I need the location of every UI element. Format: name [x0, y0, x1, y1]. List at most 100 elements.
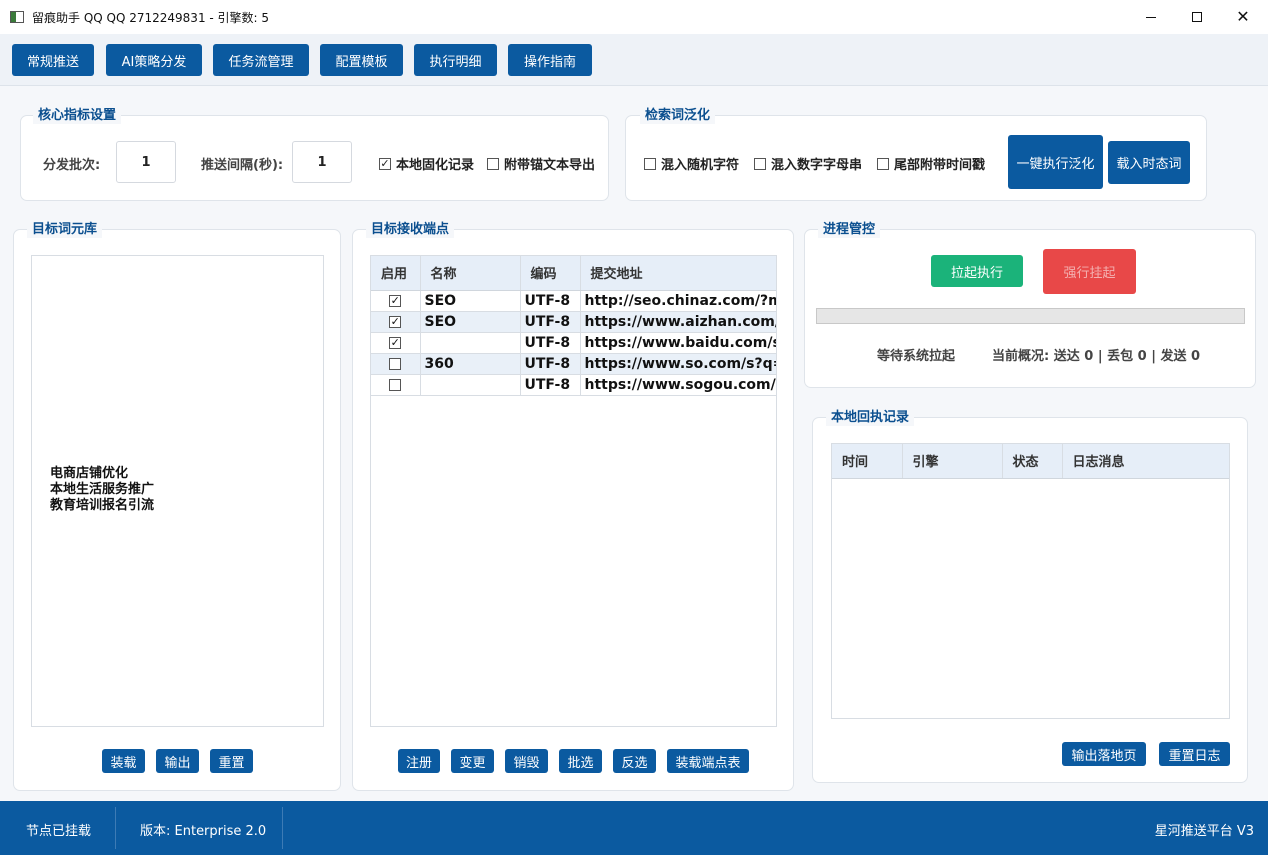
destroy-button[interactable]: 销毁 — [505, 749, 548, 773]
row-name: 360 — [420, 353, 521, 375]
title-bar: 留痕助手 QQ QQ 2712249831 - 引擎数: 5 ✕ — [0, 0, 1268, 34]
endpoints-table: 启用 名称 编码 提交地址 ✓ SEO UTF-8 http://seo.chi… — [371, 256, 776, 396]
change-button[interactable]: 变更 — [451, 749, 494, 773]
table-row[interactable]: ✓ SEO UTF-8 https://www.aizhan.com/s — [371, 311, 776, 333]
checkmark-icon: ✓ — [389, 293, 402, 307]
tab-guide[interactable]: 操作指南 — [508, 44, 592, 76]
column-header-message[interactable]: 日志消息 — [1062, 444, 1229, 479]
unchecked-box-icon — [644, 157, 656, 170]
process-control-group: 进程管控 拉起执行 强行挂起 等待系统拉起 当前概况: 送达 0 | 丢包 0 … — [804, 221, 1256, 388]
local-log-title: 本地回执记录 — [826, 409, 915, 426]
row-url: https://www.baidu.com/s? — [580, 332, 776, 354]
table-header: 时间 引擎 状态 日志消息 — [832, 444, 1229, 479]
tab-regular-push[interactable]: 常规推送 — [12, 44, 94, 76]
process-status-text: 等待系统拉起 — [877, 349, 956, 364]
top-nav: 常规推送 AI策略分发 任务流管理 配置模板 执行明细 操作指南 — [0, 34, 1268, 86]
node-status-text: 节点已挂载 — [26, 824, 92, 839]
batch-input[interactable]: 1 — [116, 141, 176, 183]
endpoints-title: 目标接收端点 — [366, 221, 455, 238]
unchecked-box-icon — [754, 157, 766, 170]
table-row[interactable]: ✓ UTF-8 https://www.baidu.com/s? — [371, 332, 776, 354]
export-button[interactable]: 输出 — [156, 749, 199, 773]
load-button[interactable]: 装载 — [102, 749, 145, 773]
unchecked-box-icon — [487, 157, 499, 170]
progress-bar — [816, 308, 1245, 324]
wordbank-title: 目标词元库 — [27, 221, 103, 238]
column-header-engine[interactable]: 引擎 — [902, 444, 1003, 479]
column-header-url[interactable]: 提交地址 — [580, 256, 776, 291]
wordbank-group: 目标词元库 电商店铺优化 本地生活服务推广 教育培训报名引流 装载 输出 重置 — [13, 221, 341, 791]
anchor-export-label: 附带锚文本导出 — [504, 158, 596, 173]
alnum-label: 混入数字字母串 — [771, 158, 863, 173]
tab-taskflow[interactable]: 任务流管理 — [213, 44, 309, 76]
exec-generalize-button[interactable]: 一键执行泛化 — [1008, 135, 1103, 189]
row-encoding: UTF-8 — [520, 290, 581, 312]
minimize-icon — [1146, 16, 1156, 18]
row-name: SEO — [420, 290, 521, 312]
column-header-name[interactable]: 名称 — [420, 256, 521, 291]
row-enable-checkbox[interactable]: ✓ — [371, 290, 421, 312]
row-url: https://www.sogou.com/w — [580, 374, 776, 396]
reset-log-button[interactable]: 重置日志 — [1159, 742, 1230, 766]
log-table: 时间 引擎 状态 日志消息 — [832, 444, 1229, 479]
force-suspend-button[interactable]: 强行挂起 — [1043, 249, 1136, 294]
endpoints-group: 目标接收端点 启用 名称 编码 提交地址 ✓ SEO UTF-8 http://… — [352, 221, 794, 791]
column-header-time[interactable]: 时间 — [832, 444, 903, 479]
version-text: 版本: Enterprise 2.0 — [140, 824, 267, 839]
batch-label: 分发批次: — [43, 158, 101, 173]
timestamp-checkbox[interactable]: 尾部附带时间戳 — [877, 154, 985, 173]
column-header-status[interactable]: 状态 — [1002, 444, 1063, 479]
local-record-checkbox[interactable]: ✓ 本地固化记录 — [379, 154, 474, 173]
tab-ai-distribution[interactable]: AI策略分发 — [106, 44, 202, 76]
platform-name-text: 星河推送平台 V3 — [1154, 824, 1254, 839]
core-metrics-title: 核心指标设置 — [33, 107, 122, 124]
status-bar: 节点已挂载 版本: Enterprise 2.0 星河推送平台 V3 — [0, 801, 1268, 855]
load-endpoint-table-button[interactable]: 装载端点表 — [667, 749, 749, 773]
row-encoding: UTF-8 — [520, 374, 581, 396]
list-item: 电商店铺优化 — [50, 466, 129, 481]
reset-button[interactable]: 重置 — [210, 749, 253, 773]
close-icon: ✕ — [1236, 7, 1250, 26]
table-header: 启用 名称 编码 提交地址 — [371, 256, 776, 291]
timestamp-label: 尾部附带时间戳 — [894, 158, 986, 173]
checkmark-icon: ✓ — [389, 314, 402, 328]
unchecked-box-icon — [389, 357, 402, 370]
row-enable-checkbox[interactable]: ✓ — [371, 311, 421, 333]
process-control-title: 进程管控 — [818, 221, 881, 238]
wordbank-textarea[interactable]: 电商店铺优化 本地生活服务推广 教育培训报名引流 — [31, 255, 324, 727]
minimize-button[interactable] — [1128, 0, 1174, 34]
list-item: 教育培训报名引流 — [50, 498, 155, 513]
random-char-label: 混入随机字符 — [661, 158, 740, 173]
window-title: 留痕助手 QQ QQ 2712249831 - 引擎数: 5 — [32, 10, 270, 25]
row-encoding: UTF-8 — [520, 311, 581, 333]
local-record-label: 本地固化记录 — [396, 158, 475, 173]
unchecked-box-icon — [389, 378, 402, 391]
table-row[interactable]: 360 UTF-8 https://www.so.com/s?q= — [371, 353, 776, 375]
load-temporal-words-button[interactable]: 载入时态词 — [1108, 141, 1190, 184]
column-header-enabled[interactable]: 启用 — [371, 256, 421, 291]
row-enable-checkbox[interactable]: ✓ — [371, 332, 421, 354]
table-row[interactable]: UTF-8 https://www.sogou.com/w — [371, 374, 776, 396]
tab-config-template[interactable]: 配置模板 — [320, 44, 403, 76]
log-table-container: 时间 引擎 状态 日志消息 — [831, 443, 1230, 719]
column-header-encoding[interactable]: 编码 — [520, 256, 581, 291]
alnum-checkbox[interactable]: 混入数字字母串 — [754, 154, 862, 173]
batch-select-button[interactable]: 批选 — [559, 749, 602, 773]
maximize-button[interactable] — [1174, 0, 1220, 34]
invert-select-button[interactable]: 反选 — [613, 749, 656, 773]
app-icon — [10, 11, 24, 23]
tab-exec-detail[interactable]: 执行明细 — [414, 44, 497, 76]
register-button[interactable]: 注册 — [398, 749, 440, 773]
table-row[interactable]: ✓ SEO UTF-8 http://seo.chinaz.com/?m= — [371, 290, 776, 312]
close-button[interactable]: ✕ — [1220, 0, 1266, 34]
export-landing-page-button[interactable]: 输出落地页 — [1062, 742, 1146, 766]
status-divider — [115, 807, 116, 849]
row-encoding: UTF-8 — [520, 353, 581, 375]
interval-input[interactable]: 1 — [292, 141, 352, 183]
anchor-export-checkbox[interactable]: 附带锚文本导出 — [487, 154, 595, 173]
start-exec-button[interactable]: 拉起执行 — [931, 255, 1023, 287]
row-enable-checkbox[interactable] — [371, 374, 421, 396]
row-enable-checkbox[interactable] — [371, 353, 421, 375]
local-log-group: 本地回执记录 时间 引擎 状态 日志消息 输出落地页 重置日志 — [812, 409, 1248, 783]
random-char-checkbox[interactable]: 混入随机字符 — [644, 154, 739, 173]
